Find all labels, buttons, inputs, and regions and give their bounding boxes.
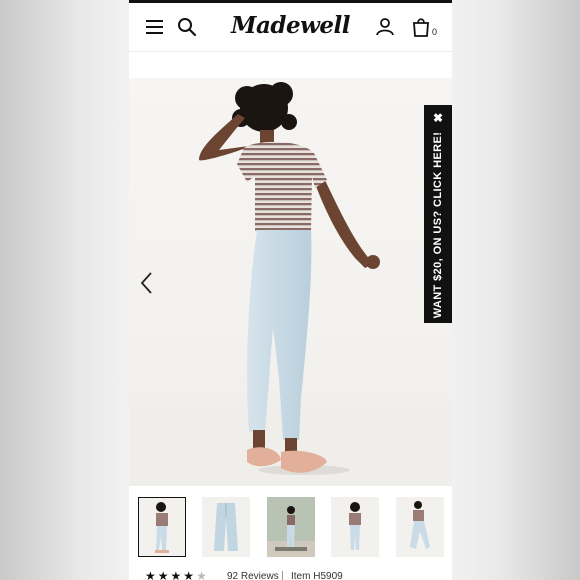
item-number: Item H5909 <box>291 571 343 580</box>
site-header: Madewell 0 <box>129 3 452 51</box>
menu-icon[interactable] <box>143 15 167 39</box>
bag-icon[interactable] <box>409 15 433 39</box>
search-icon[interactable] <box>175 15 199 39</box>
thumbnail-4[interactable] <box>331 497 379 557</box>
phone-screen: Madewell 0 ✖ WANT $20, ON US? CLICK HERE… <box>129 0 452 580</box>
banner-space <box>129 52 452 78</box>
thumbnail-1[interactable] <box>138 497 186 557</box>
thumbnail-image <box>155 502 169 553</box>
star-empty-icon: ★ <box>196 569 209 580</box>
bag-count: 0 <box>432 27 438 37</box>
thumbnail-2[interactable] <box>202 497 250 557</box>
account-icon[interactable] <box>373 15 397 39</box>
star-icon: ★ <box>145 569 158 580</box>
star-rating[interactable]: ★★★★★ <box>145 570 209 580</box>
promo-text[interactable]: WANT $20, ON US? CLICK HERE! <box>432 132 444 319</box>
thumbnail-5[interactable] <box>396 497 444 557</box>
divider <box>282 571 283 580</box>
thumbnail-image <box>349 502 361 550</box>
star-icon: ★ <box>157 569 171 580</box>
model-photo <box>129 82 452 486</box>
thumbnail-strip <box>129 486 452 566</box>
thumbnail-image <box>214 503 238 551</box>
madewell-logo[interactable]: Madewell <box>229 11 352 41</box>
rating-row: ★★★★★ 92 Reviews Item H5909 <box>129 568 452 580</box>
thumbnail-3[interactable] <box>267 497 315 557</box>
product-image[interactable] <box>129 78 452 486</box>
star-icon: ★ <box>183 569 197 580</box>
thumbnail-image <box>410 501 430 549</box>
chevron-left-icon[interactable] <box>137 268 157 298</box>
promo-tab[interactable]: ✖ WANT $20, ON US? CLICK HERE! <box>424 105 452 323</box>
star-icon: ★ <box>170 569 184 580</box>
thumbnail-image <box>267 497 315 557</box>
reviews-link[interactable]: 92 Reviews <box>227 571 279 580</box>
close-icon[interactable]: ✖ <box>424 111 452 125</box>
